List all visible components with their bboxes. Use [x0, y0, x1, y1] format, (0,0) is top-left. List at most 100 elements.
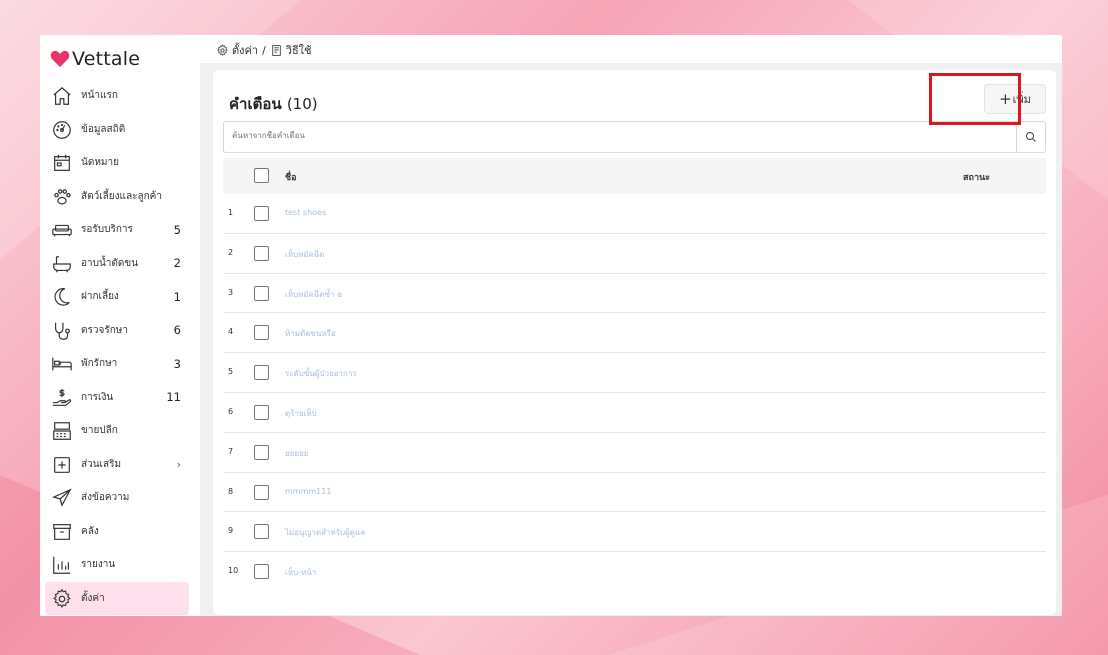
table-row[interactable]: 3 เห็บหมัดฉีดซ้ำ a: [223, 274, 1046, 314]
gear-icon: [51, 588, 73, 610]
select-all-checkbox[interactable]: [254, 168, 269, 183]
page-title: คำเตือน (10): [229, 92, 318, 116]
sidebar-item-count: 1: [173, 289, 181, 304]
plus-square-icon: [51, 454, 73, 476]
bathtub-icon: [51, 253, 73, 275]
breadcrumb: ตั้งค่า / วิธีใช้: [216, 41, 312, 59]
calendar-icon: [51, 152, 73, 174]
sidebar-item-label: คลัง: [81, 525, 99, 537]
row-number: 5: [228, 367, 234, 377]
row-name-link[interactable]: mmmm111: [285, 487, 331, 496]
page-title-count: (10): [286, 95, 318, 113]
sidebar-item-label: พักรักษา: [81, 358, 118, 370]
search-icon: [1026, 132, 1036, 142]
sidebar-item-finance[interactable]: การเงิน 11: [45, 381, 189, 415]
sidebar-item-label: ตั้งค่า: [81, 592, 105, 604]
sidebar-item-home[interactable]: หน้าแรก: [45, 79, 189, 113]
sidebar-item-retail[interactable]: ขายปลีก: [45, 414, 189, 448]
archive-box-icon: [51, 521, 73, 543]
column-header-status[interactable]: สถานะ: [963, 170, 990, 184]
sidebar-item-label: ตรวจรักษา: [81, 324, 128, 336]
brand-name: Vettale: [72, 48, 141, 70]
sidebar-item-grooming[interactable]: อาบน้ำตัดขน 2: [45, 247, 189, 281]
row-checkbox[interactable]: [254, 365, 269, 381]
sidebar-item-label: ฝากเลี้ยง: [81, 291, 119, 303]
chevron-right-icon: ›: [176, 457, 181, 471]
row-checkbox[interactable]: [254, 245, 269, 261]
sidebar-item-label: ส่วนเสริม: [81, 458, 122, 470]
sidebar-item-label: ส่งข้อความ: [81, 492, 130, 504]
row-number: 4: [228, 327, 234, 337]
sidebar-item-treatment[interactable]: ตรวจรักษา 6: [45, 314, 189, 348]
row-checkbox[interactable]: [254, 444, 269, 460]
row-name-link[interactable]: เห็บหมัดฉีด: [285, 248, 324, 261]
sidebar-item-count: 3: [173, 356, 181, 371]
row-checkbox[interactable]: [254, 206, 269, 221]
sidebar-item-count: 6: [173, 323, 181, 338]
sidebar-item-label: นัดหมาย: [81, 157, 119, 169]
row-checkbox[interactable]: [254, 325, 269, 341]
search-button[interactable]: [1016, 122, 1045, 152]
paper-plane-icon: [51, 487, 73, 509]
sidebar-item-waiting[interactable]: รอรับบริการ 5: [45, 213, 189, 247]
table-row[interactable]: 10 เห็บ-หน้า: [223, 552, 1046, 592]
document-icon: [272, 44, 281, 56]
sidebar-item-messages[interactable]: ส่งข้อความ: [45, 481, 189, 515]
sidebar-item-inventory[interactable]: คลัง: [45, 515, 189, 549]
stats-dial-icon: [51, 119, 73, 141]
table-row[interactable]: 1 test shoes: [223, 194, 1046, 234]
table-row[interactable]: 8 mmmm111: [223, 473, 1046, 513]
row-name-link[interactable]: test shoes: [285, 208, 326, 217]
sidebar-item-count: 11: [166, 390, 181, 405]
sidebar-item-label: สัตว์เลี้ยงและลูกค้า: [81, 190, 162, 202]
row-number: 8: [228, 486, 234, 496]
table-row[interactable]: 2 เห็บหมัดฉีด: [223, 234, 1046, 274]
row-number: 1: [228, 208, 234, 217]
breadcrumb-root-link[interactable]: ตั้งค่า: [232, 41, 258, 59]
sidebar: Vettale หน้าแรก ข้อมูลสถิติ นัดหมาย สัตว…: [40, 35, 198, 616]
row-number: 10: [228, 566, 239, 576]
gear-icon: [217, 43, 228, 56]
row-name-link[interactable]: ห้ามตัดขนหรือ: [285, 327, 336, 340]
sidebar-item-stats[interactable]: ข้อมูลสถิติ: [45, 113, 189, 147]
row-name-link[interactable]: ไม่อนุญาตสำหรับผู้ดูแล: [285, 526, 365, 539]
breadcrumb-current: วิธีใช้: [285, 44, 312, 57]
sidebar-item-settings[interactable]: ตั้งค่า: [45, 581, 189, 615]
column-header-name[interactable]: ชื่อ: [285, 170, 297, 184]
highlight-box: [929, 73, 1021, 125]
sidebar-item-reports[interactable]: รายงาน: [45, 548, 189, 582]
table-row[interactable]: 5 ระดับขั้นผู้ป่วยอาการ: [223, 353, 1046, 393]
table-row[interactable]: 7 ยยยยย: [223, 433, 1046, 473]
row-checkbox[interactable]: [254, 285, 269, 301]
sidebar-item-appointments[interactable]: นัดหมาย: [45, 146, 189, 180]
page-title-text: คำเตือน: [229, 95, 282, 113]
sidebar-item-boarding[interactable]: ฝากเลี้ยง 1: [45, 280, 189, 314]
stethoscope-icon: [51, 320, 73, 342]
row-checkbox[interactable]: [254, 484, 269, 500]
sidebar-item-pets-customers[interactable]: สัตว์เลี้ยงและลูกค้า: [45, 180, 189, 214]
sofa-icon: [51, 219, 73, 241]
sidebar-item-label: ขายปลีก: [81, 425, 118, 437]
sidebar-item-label: รายงาน: [81, 559, 116, 571]
row-checkbox[interactable]: [254, 524, 269, 540]
money-hand-icon: [51, 387, 73, 409]
table-row[interactable]: 4 ห้ามตัดขนหรือ: [223, 313, 1046, 354]
table-row[interactable]: 9 ไม่อนุญาตสำหรับผู้ดูแล: [223, 512, 1046, 553]
search-box: [223, 121, 1046, 153]
brand-logo[interactable]: Vettale: [50, 48, 140, 70]
row-name-link[interactable]: ยยยยย: [285, 447, 308, 460]
sidebar-item-label: ข้อมูลสถิติ: [81, 123, 126, 135]
row-name-link[interactable]: ระดับขั้นผู้ป่วยอาการ: [285, 367, 357, 380]
sidebar-item-hospitalization[interactable]: พักรักษา 3: [45, 347, 189, 381]
paw-icon: [51, 186, 73, 208]
row-checkbox[interactable]: [254, 564, 269, 580]
table-row[interactable]: 6 ดุร้ายเห็บ: [223, 393, 1046, 433]
row-name-link[interactable]: เห็บหมัดฉีดซ้ำ a: [285, 288, 342, 301]
search-input[interactable]: [232, 131, 932, 140]
sidebar-item-addons[interactable]: ส่วนเสริม ›: [45, 448, 189, 482]
alerts-panel: คำเตือน (10) + เพิ่ม ชื่อ สถานะ 1test sh…: [213, 70, 1056, 615]
moon-icon: [51, 286, 73, 308]
row-checkbox[interactable]: [254, 404, 269, 420]
row-name-link[interactable]: ดุร้ายเห็บ: [285, 407, 317, 420]
row-name-link[interactable]: เห็บ-หน้า: [285, 566, 316, 579]
